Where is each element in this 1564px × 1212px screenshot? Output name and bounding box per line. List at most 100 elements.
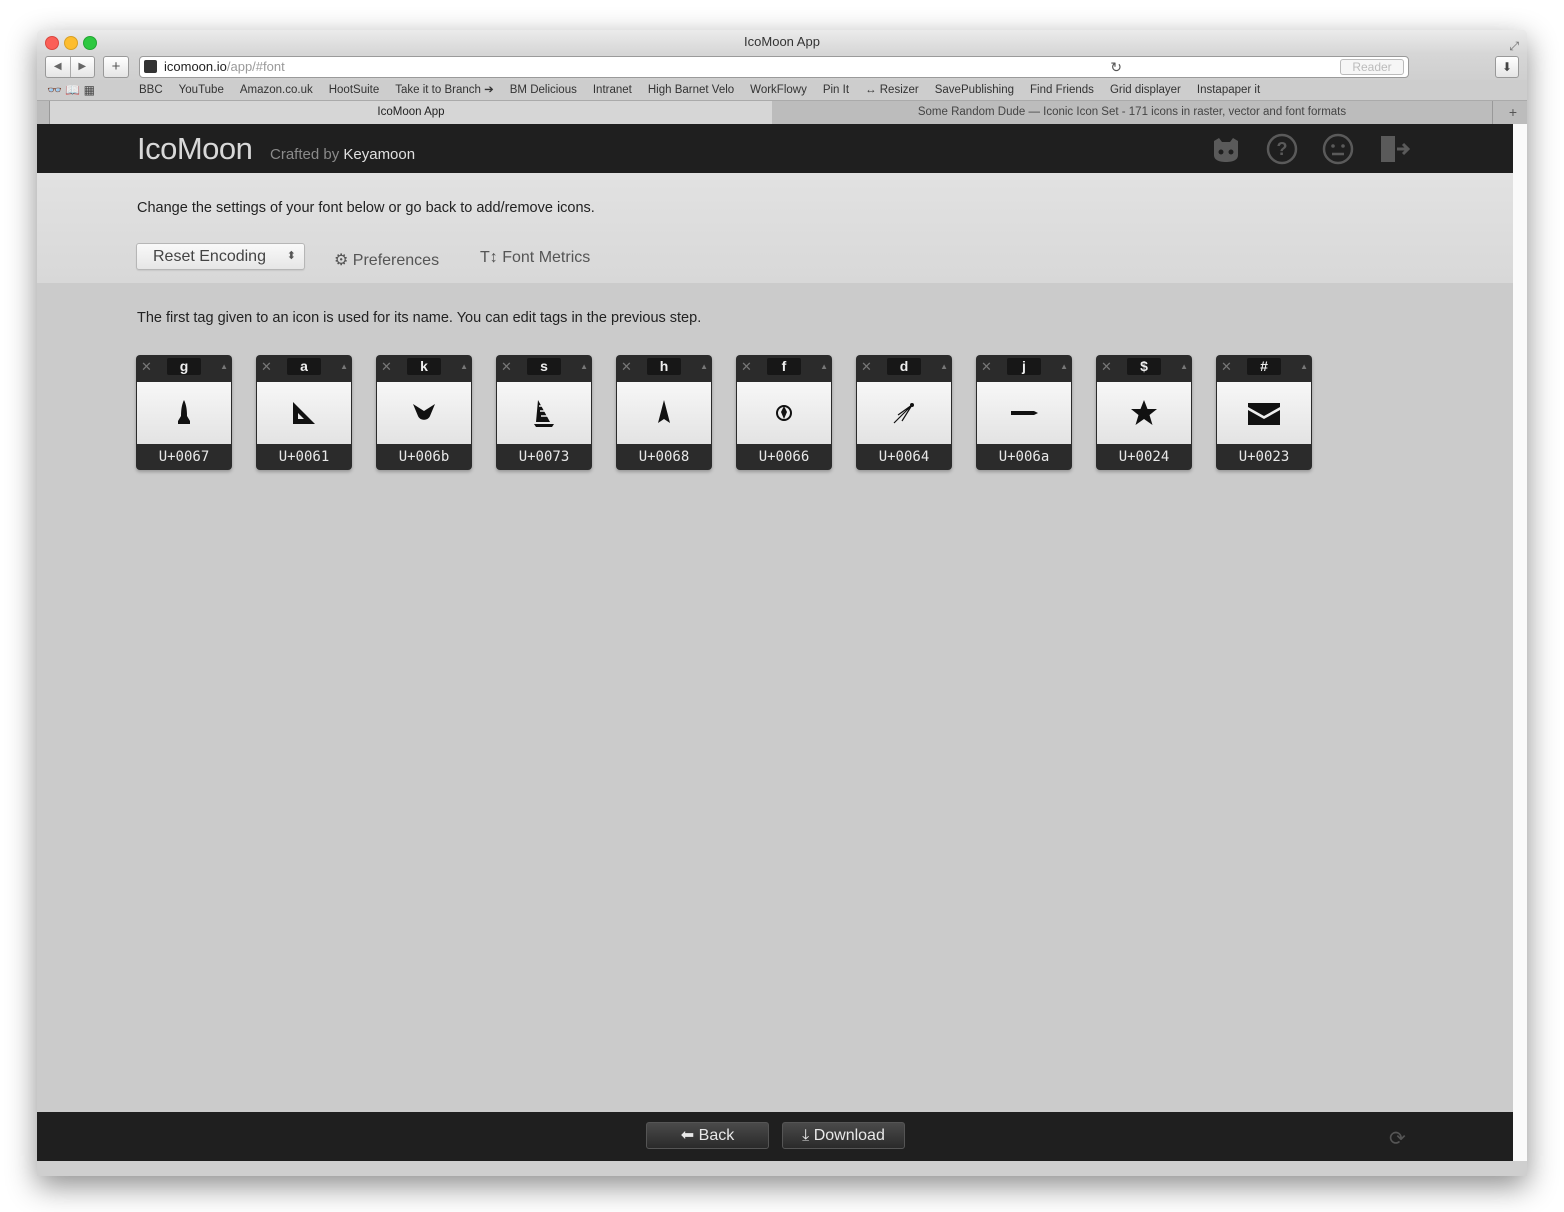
reader-button[interactable]: Reader	[1340, 59, 1404, 75]
font-settings-panel: Change the settings of your font below o…	[37, 173, 1513, 283]
tab-iconic-icon-set[interactable]: Some Random Dude — Iconic Icon Set - 171…	[772, 101, 1493, 124]
bookmark-item[interactable]: Instapaper it	[1197, 84, 1260, 96]
glyph-char-input[interactable]: #	[1247, 358, 1281, 375]
glyph-code-input[interactable]: U+0064	[856, 446, 952, 468]
glyph-char-input[interactable]: d	[887, 358, 921, 375]
back-button[interactable]: ⬅ Back	[646, 1122, 769, 1149]
browser-window: IcoMoon App ⤢ ◀ ▶ + icomoon.io/app/#font…	[37, 30, 1527, 1176]
url-text: icomoon.io/app/#font	[164, 57, 285, 77]
glyph-char-input[interactable]: s	[527, 358, 561, 375]
minimize-window-button[interactable]	[64, 36, 78, 50]
author-link[interactable]: Keyamoon	[343, 146, 415, 163]
tab-icomoon[interactable]: IcoMoon App	[49, 101, 773, 124]
ship-icon	[534, 400, 554, 427]
glyph-code-input[interactable]: U+006a	[976, 446, 1072, 468]
bookmark-item[interactable]: High Barnet Velo	[648, 84, 734, 96]
download-label: Download	[813, 1127, 885, 1144]
bookmark-item[interactable]: Find Friends	[1030, 84, 1094, 96]
help-icon[interactable]: ?	[1266, 133, 1298, 165]
glyph-char-input[interactable]: g	[167, 358, 201, 375]
remove-glyph-icon[interactable]: ✕	[621, 358, 632, 376]
remove-glyph-icon[interactable]: ✕	[981, 358, 992, 376]
glyph-code-input[interactable]: U+0066	[736, 446, 832, 468]
download-button[interactable]: ⤓ Download	[782, 1122, 905, 1149]
feedback-face-icon[interactable]	[1322, 133, 1354, 165]
glyph-char-input[interactable]: k	[407, 358, 441, 375]
back-arrow-icon[interactable]: ◀	[46, 57, 71, 77]
remove-glyph-icon[interactable]: ✕	[741, 358, 752, 376]
downloads-icon[interactable]: ⬇	[1495, 56, 1519, 78]
glyph-char-input[interactable]: a	[287, 358, 321, 375]
bookmark-item[interactable]: Pin It	[823, 84, 849, 96]
remove-glyph-icon[interactable]: ✕	[501, 358, 512, 376]
glyph-char-input[interactable]: h	[647, 358, 681, 375]
bookmark-item[interactable]: BM Delicious	[510, 84, 577, 96]
bookmark-item[interactable]: ↔ Resizer	[865, 84, 919, 96]
remove-glyph-icon[interactable]: ✕	[1221, 358, 1232, 376]
add-bookmark-button[interactable]: +	[103, 56, 129, 78]
glyph-card: ✕g▲▼U+0067	[136, 355, 232, 470]
glyph-card: ✕j▲▼U+006a	[976, 355, 1072, 470]
glyph-preview	[137, 382, 231, 444]
remove-glyph-icon[interactable]: ✕	[141, 358, 152, 376]
zoom-window-button[interactable]	[83, 36, 97, 50]
site-favicon-icon	[144, 60, 157, 73]
bookmark-item[interactable]: BBC	[139, 84, 163, 96]
refresh-icon[interactable]: ⟳	[1389, 1126, 1406, 1151]
bookmarks-book-icon[interactable]: 📖	[65, 83, 80, 97]
title-bar: IcoMoon App ⤢	[37, 30, 1527, 54]
remove-glyph-icon[interactable]: ✕	[861, 358, 872, 376]
app-logo[interactable]: IcoMoon	[137, 131, 253, 167]
bookmark-item[interactable]: WorkFlowy	[750, 84, 807, 96]
top-sites-grid-icon[interactable]: ▦	[84, 83, 95, 97]
font-metrics-label: Font Metrics	[502, 249, 591, 266]
glyph-preview	[617, 382, 711, 444]
bookmark-item[interactable]: HootSuite	[329, 84, 380, 96]
bookmark-item[interactable]: SavePublishing	[935, 84, 1014, 96]
reload-icon[interactable]: ↻	[1110, 57, 1122, 77]
glyph-code-input[interactable]: U+0068	[616, 446, 712, 468]
font-metrics-button[interactable]: T↕ Font Metrics	[480, 249, 590, 267]
status-bar	[37, 1161, 1527, 1176]
github-icon[interactable]	[1210, 133, 1242, 165]
bookmark-item[interactable]: YouTube	[179, 84, 224, 96]
bookmark-item[interactable]: Grid displayer	[1110, 84, 1181, 96]
reading-list-icon[interactable]: 👓	[47, 83, 62, 97]
bookmark-item[interactable]: Amazon.co.uk	[240, 84, 313, 96]
glyph-char-input[interactable]: f	[767, 358, 801, 375]
window-title: IcoMoon App	[744, 34, 820, 49]
url-bar[interactable]: icomoon.io/app/#font ↻ Reader	[139, 56, 1409, 78]
download-tray-icon: ⤓	[802, 1127, 810, 1144]
scrollbar-track[interactable]	[1513, 124, 1527, 1161]
logout-door-icon[interactable]	[1378, 133, 1411, 165]
close-window-button[interactable]	[45, 36, 59, 50]
browser-toolbar: ◀ ▶ + icomoon.io/app/#font ↻ Reader ⬇	[37, 54, 1527, 80]
crafted-by-text: Crafted by Keyamoon	[270, 146, 415, 163]
bookmark-tools: 👓 📖 ▦	[47, 80, 95, 100]
remove-glyph-icon[interactable]: ✕	[381, 358, 392, 376]
remove-glyph-icon[interactable]: ✕	[1101, 358, 1112, 376]
glyph-code-input[interactable]: U+0073	[496, 446, 592, 468]
spaceship-icon	[658, 400, 670, 423]
glyph-code-input[interactable]: U+006b	[376, 446, 472, 468]
forward-arrow-icon[interactable]: ▶	[71, 57, 95, 77]
remove-glyph-icon[interactable]: ✕	[261, 358, 272, 376]
glyph-card: ✕d▲▼U+0064	[856, 355, 952, 470]
glyph-char-input[interactable]: j	[1007, 358, 1041, 375]
set-square-icon	[293, 402, 315, 424]
encoding-select[interactable]: Reset Encoding ⬍	[136, 243, 305, 270]
glyph-code-input[interactable]: U+0067	[136, 446, 232, 468]
bookmark-list: BBC YouTube Amazon.co.uk HootSuite Take it t…	[139, 80, 1276, 100]
new-tab-icon[interactable]: +	[1509, 101, 1517, 124]
missile-icon	[1011, 411, 1038, 415]
bookmark-item[interactable]: Take it to Branch ➔	[395, 84, 494, 96]
bookmark-item[interactable]: Intranet	[593, 84, 632, 96]
glyph-code-input[interactable]: U+0024	[1096, 446, 1192, 468]
bird-icon	[413, 404, 435, 420]
preferences-button[interactable]: ⚙ Preferences	[334, 250, 439, 270]
glyph-char-input[interactable]: $	[1127, 358, 1161, 375]
rocket-icon	[178, 400, 190, 424]
glyph-code-input[interactable]: U+0023	[1216, 446, 1312, 468]
glyph-code-input[interactable]: U+0061	[256, 446, 352, 468]
tab-bar: IcoMoon App Some Random Dude — Iconic Ic…	[37, 100, 1527, 125]
